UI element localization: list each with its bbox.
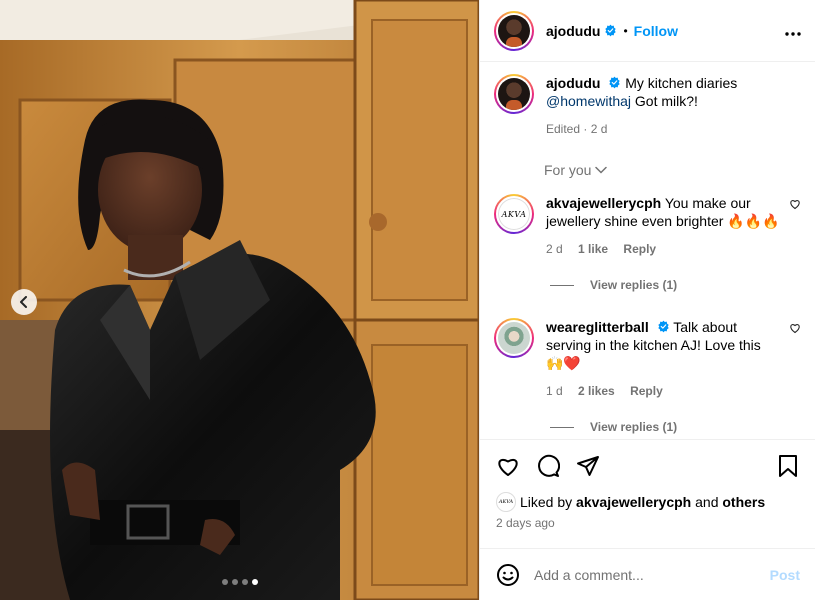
post-timestamp[interactable]: 2 days ago xyxy=(480,512,815,530)
follow-button[interactable]: Follow xyxy=(634,23,678,39)
carousel-prev-button[interactable] xyxy=(11,289,37,315)
save-button[interactable] xyxy=(777,454,799,478)
author-username[interactable]: ajodudu xyxy=(546,23,600,39)
add-comment-input[interactable] xyxy=(534,566,770,583)
comment-item: weareglitterball Talk about serving in t… xyxy=(494,318,801,400)
akva-logo: AKVA xyxy=(496,196,532,232)
caption-meta: Edited · 2 d xyxy=(546,120,801,138)
add-comment-bar: Post xyxy=(480,548,815,600)
carousel-dots xyxy=(222,579,258,585)
reply-button[interactable]: Reply xyxy=(630,384,663,398)
avatar-image xyxy=(498,322,530,354)
post-dialog: ajodudu • Follow ajodudu My kitchen diar… xyxy=(0,0,815,600)
bookmark-icon xyxy=(779,455,797,477)
post-side-panel: ajodudu • Follow ajodudu My kitchen diar… xyxy=(479,0,815,600)
carousel-dot-active xyxy=(252,579,258,585)
edited-label: Edited · 2 d xyxy=(546,122,608,136)
comment-meta: 2 d 1 like Reply xyxy=(546,240,781,258)
post-photo xyxy=(0,0,479,600)
verified-badge-icon xyxy=(605,24,617,37)
comment-username[interactable]: weareglitterball xyxy=(546,319,649,335)
caption-tail: Got milk?! xyxy=(634,93,698,109)
like-button[interactable] xyxy=(496,454,520,478)
carousel-dot xyxy=(222,579,228,585)
likes-summary: AKVA Liked by akvajewellerycph and other… xyxy=(480,492,815,512)
header-separator: • xyxy=(623,23,628,38)
caption-mention-link[interactable]: @homewithaj xyxy=(546,93,631,109)
comment-time: 1 d xyxy=(546,384,563,398)
comment-likes[interactable]: 2 likes xyxy=(578,384,615,398)
photo-scene xyxy=(0,0,479,600)
caption-username[interactable]: ajodudu xyxy=(546,75,600,91)
heart-icon xyxy=(498,459,518,476)
comment-likes[interactable]: 1 like xyxy=(578,242,608,256)
send-paper-plane-icon xyxy=(577,456,599,476)
comment-like-heart-icon[interactable] xyxy=(789,198,801,210)
post-actions-bar xyxy=(480,440,815,492)
comment-meta: 1 d 2 likes Reply xyxy=(546,382,781,400)
more-options-button[interactable] xyxy=(785,20,801,41)
chevron-left-icon xyxy=(20,296,27,308)
post-comment-button[interactable]: Post xyxy=(770,567,800,583)
view-replies-button[interactable]: View replies (1) xyxy=(550,278,801,292)
comment-username[interactable]: akvajewellerycph xyxy=(546,195,661,211)
carousel-dot xyxy=(242,579,248,585)
comment-avatar[interactable] xyxy=(494,318,534,358)
avatar-image xyxy=(498,14,530,47)
comment-sort-dropdown[interactable]: For you xyxy=(544,162,801,178)
caption-avatar[interactable] xyxy=(494,74,534,114)
post-header: ajodudu • Follow xyxy=(480,0,815,62)
liker-avatar[interactable]: AKVA xyxy=(496,492,516,512)
comments-scroll[interactable]: ajodudu My kitchen diaries @homewithaj G… xyxy=(480,62,815,440)
comment-item: AKVA akvajewellerycph You make our jewel… xyxy=(494,194,801,258)
comment-sort-label: For you xyxy=(544,162,592,178)
caption-text: My kitchen diaries xyxy=(625,75,738,91)
comment-time: 2 d xyxy=(546,242,563,256)
author-avatar[interactable] xyxy=(494,10,534,51)
chevron-down-icon xyxy=(595,166,608,174)
reply-button[interactable]: Reply xyxy=(623,242,656,256)
carousel-dot xyxy=(232,579,238,585)
comment-bubble-icon xyxy=(538,454,560,477)
liker-username[interactable]: akvajewellerycph xyxy=(576,494,691,510)
view-replies-button[interactable]: View replies (1) xyxy=(550,420,801,434)
likes-others-link[interactable]: others xyxy=(722,494,765,510)
comment-like-heart-icon[interactable] xyxy=(789,322,801,334)
verified-badge-icon xyxy=(657,320,669,333)
emoji-smiley-icon[interactable] xyxy=(496,563,520,587)
caption: ajodudu My kitchen diaries @homewithaj G… xyxy=(494,74,801,138)
verified-badge-icon xyxy=(609,76,621,89)
comment-button[interactable] xyxy=(536,454,560,478)
comment-avatar[interactable]: AKVA xyxy=(494,194,534,234)
more-horizontal-icon xyxy=(785,32,801,36)
share-button[interactable] xyxy=(576,454,600,478)
